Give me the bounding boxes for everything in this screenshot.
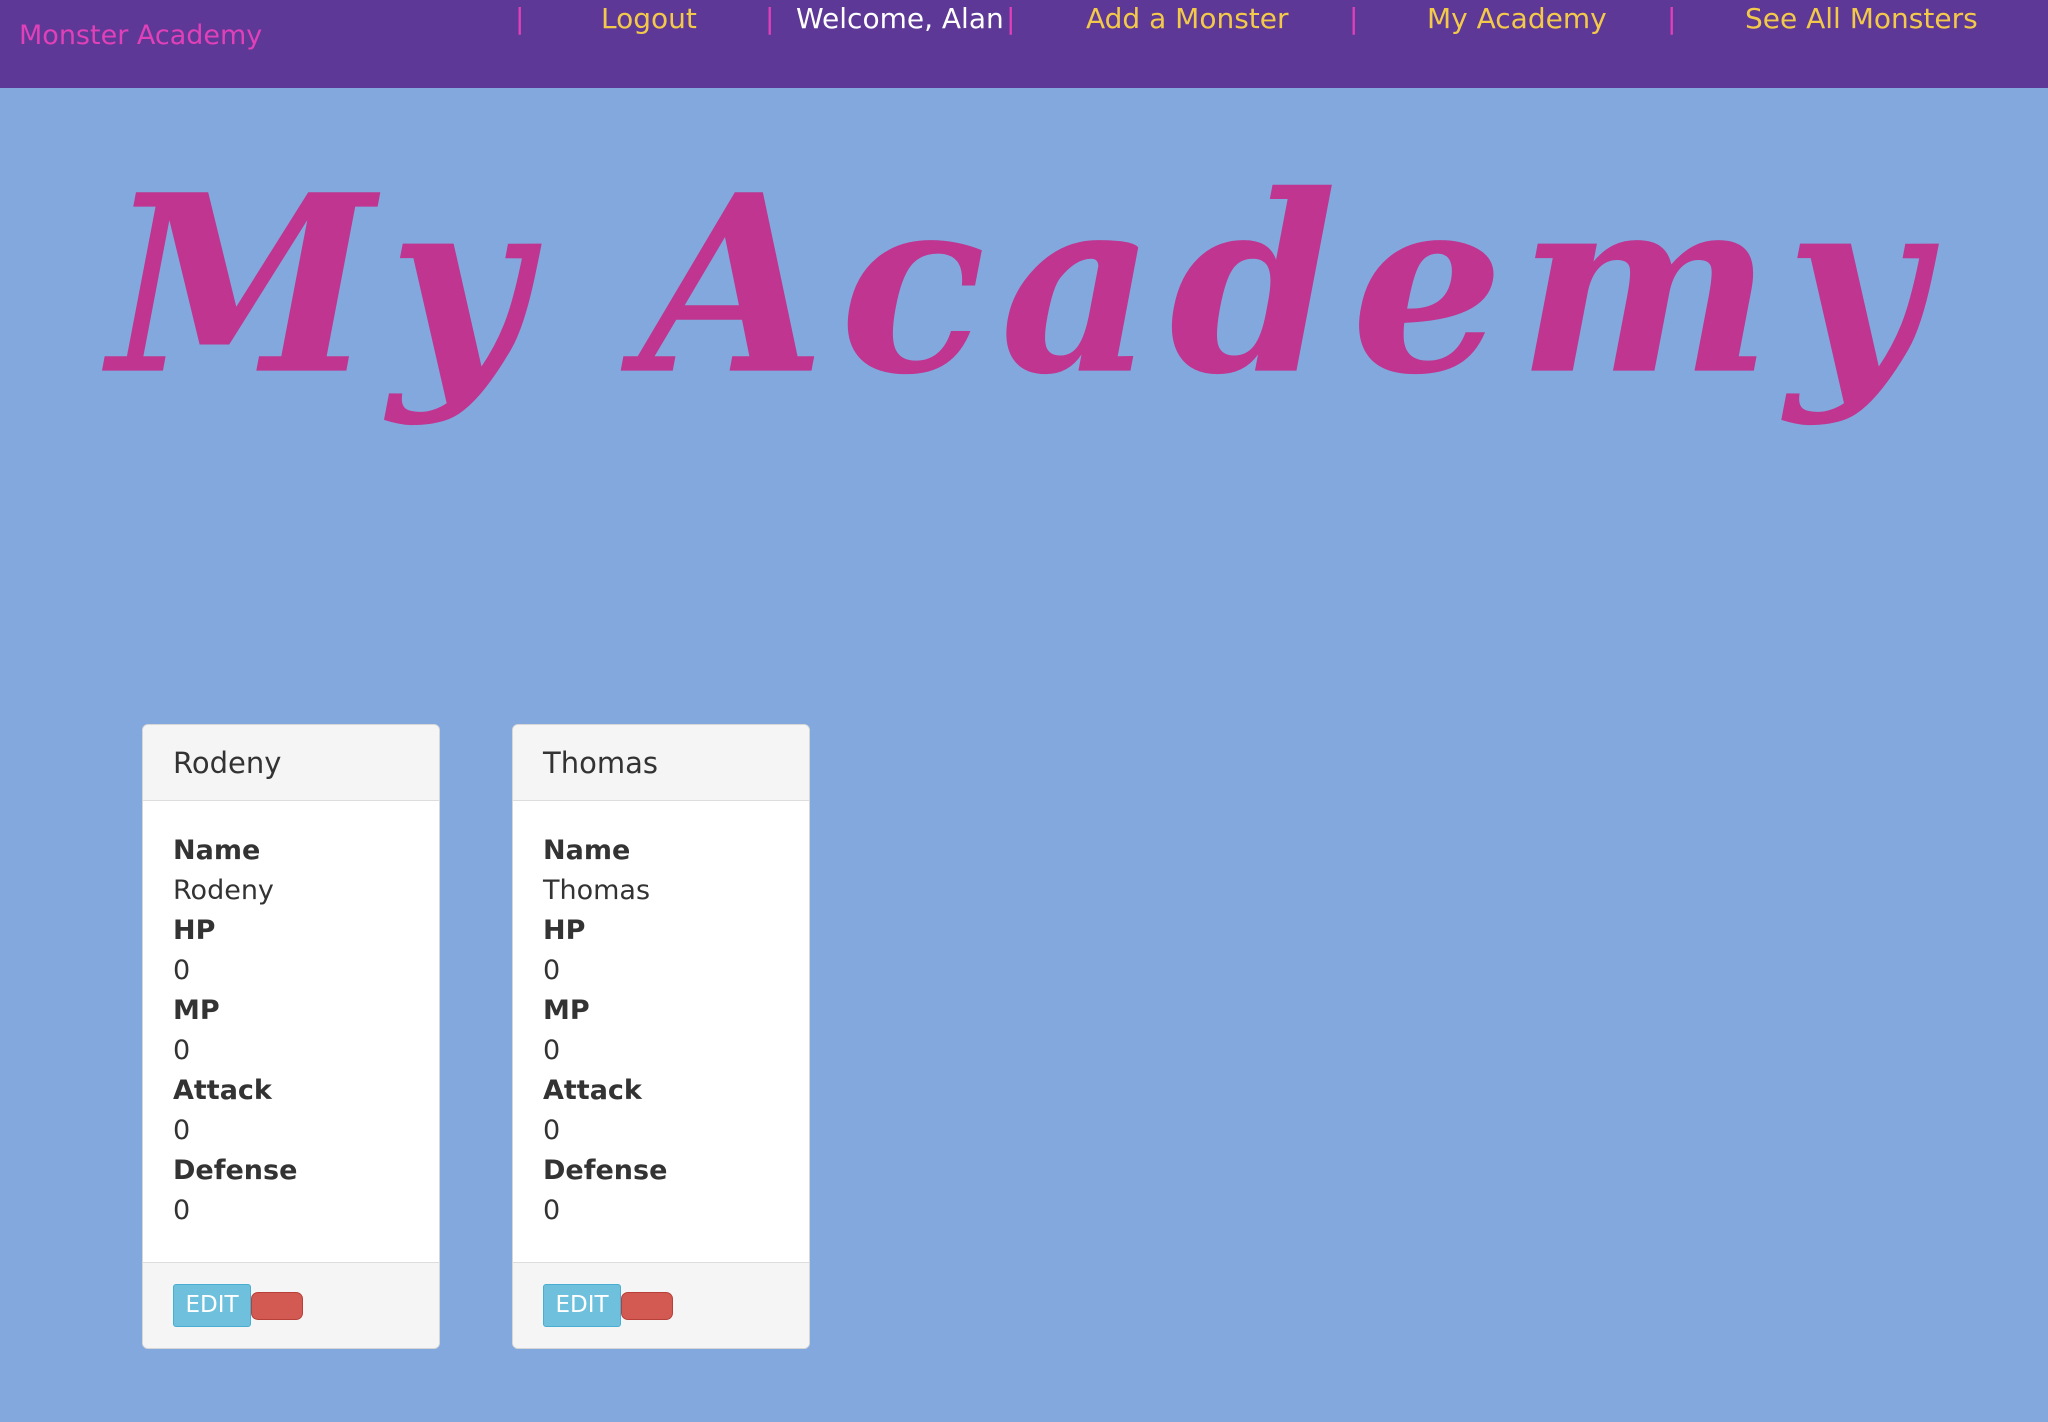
card-header: Rodeny xyxy=(143,725,439,801)
card-body: Name Rodeny HP 0 MP 0 Attack 0 Defense 0 xyxy=(143,801,439,1226)
field-value-name: Thomas xyxy=(543,875,651,906)
add-monster-link[interactable]: Add a Monster xyxy=(1086,2,1289,35)
field-label-defense: Defense xyxy=(173,1155,298,1186)
nav-separator: | xyxy=(1667,2,1677,35)
field-label-name: Name xyxy=(543,835,631,866)
field-value-defense: 0 xyxy=(173,1195,191,1226)
nav-separator: | xyxy=(1349,2,1359,35)
field-label-name: Name xyxy=(173,835,261,866)
field-label-mp: MP xyxy=(543,995,590,1026)
field-value-mp: 0 xyxy=(543,1035,561,1066)
field-label-attack: Attack xyxy=(173,1075,272,1106)
logout-link[interactable]: Logout xyxy=(601,2,697,35)
card-footer: EDIT xyxy=(513,1262,809,1348)
field-label-hp: HP xyxy=(543,915,586,946)
field-value-hp: 0 xyxy=(173,955,191,986)
delete-button[interactable] xyxy=(251,1292,303,1320)
see-all-monsters-link[interactable]: See All Monsters xyxy=(1745,2,1978,35)
my-academy-link[interactable]: My Academy xyxy=(1427,2,1607,35)
card-body: Name Thomas HP 0 MP 0 Attack 0 Defense 0 xyxy=(513,801,809,1226)
nav-separator: | xyxy=(765,2,775,35)
field-value-attack: 0 xyxy=(543,1115,561,1146)
delete-button[interactable] xyxy=(621,1292,673,1320)
field-label-mp: MP xyxy=(173,995,220,1026)
field-label-hp: HP xyxy=(173,915,216,946)
field-label-defense: Defense xyxy=(543,1155,668,1186)
field-label-attack: Attack xyxy=(543,1075,642,1106)
nav-separator: | xyxy=(1006,2,1016,35)
field-value-defense: 0 xyxy=(543,1195,561,1226)
welcome-text: Welcome, Alan xyxy=(796,2,1004,35)
field-value-mp: 0 xyxy=(173,1035,191,1066)
field-value-name: Rodeny xyxy=(173,875,274,906)
card-footer: EDIT xyxy=(143,1262,439,1348)
field-value-hp: 0 xyxy=(543,955,561,986)
page-title: My Academy xyxy=(108,141,1940,429)
card-header: Thomas xyxy=(513,725,809,801)
field-value-attack: 0 xyxy=(173,1115,191,1146)
brand-link[interactable]: Monster Academy xyxy=(19,20,262,51)
edit-button[interactable]: EDIT xyxy=(173,1284,251,1327)
navbar: Monster Academy | Logout | Welcome, Alan… xyxy=(0,0,2048,88)
monster-card: Thomas Name Thomas HP 0 MP 0 Attack 0 De… xyxy=(512,724,810,1349)
monster-card: Rodeny Name Rodeny HP 0 MP 0 Attack 0 De… xyxy=(142,724,440,1349)
nav-separator: | xyxy=(515,2,525,35)
edit-button[interactable]: EDIT xyxy=(543,1284,621,1327)
